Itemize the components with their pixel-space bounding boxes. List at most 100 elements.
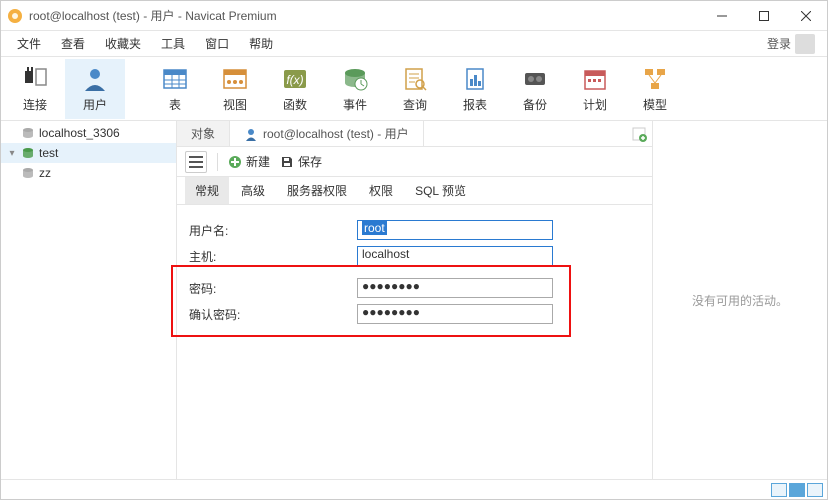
db-icon bbox=[21, 166, 35, 180]
confirm-password-input[interactable]: ●●●●●●●● bbox=[357, 304, 553, 324]
tb-table[interactable]: 表 bbox=[145, 59, 205, 119]
report-icon bbox=[461, 65, 489, 93]
save-icon bbox=[280, 155, 294, 169]
subtab-sql-preview[interactable]: SQL 预览 bbox=[405, 177, 476, 204]
maximize-button[interactable] bbox=[743, 2, 785, 30]
tb-label: 计划 bbox=[583, 96, 607, 113]
new-tab-button[interactable] bbox=[626, 121, 652, 146]
view-icon bbox=[221, 65, 249, 93]
tb-model[interactable]: 模型 bbox=[625, 59, 685, 119]
confirm-password-label: 确认密码: bbox=[187, 306, 357, 323]
no-activity-text: 没有可用的活动。 bbox=[692, 292, 788, 309]
password-label: 密码: bbox=[187, 280, 357, 297]
action-bar: 新建 保存 bbox=[177, 147, 652, 177]
subtab-server-priv[interactable]: 服务器权限 bbox=[277, 177, 357, 204]
user-icon bbox=[81, 65, 109, 93]
tb-backup[interactable]: 备份 bbox=[505, 59, 565, 119]
avatar-icon bbox=[795, 34, 815, 54]
tb-report[interactable]: 报表 bbox=[445, 59, 505, 119]
tb-connection[interactable]: 连接 bbox=[5, 59, 65, 119]
tb-schedule[interactable]: 计划 bbox=[565, 59, 625, 119]
plug-icon bbox=[21, 65, 49, 93]
backup-icon bbox=[521, 65, 549, 93]
tb-label: 事件 bbox=[343, 96, 367, 113]
new-label: 新建 bbox=[246, 153, 270, 170]
add-tab-icon bbox=[631, 126, 647, 142]
tb-label: 模型 bbox=[643, 96, 667, 113]
sidebar-item[interactable]: ▾ test bbox=[1, 143, 176, 163]
tb-user[interactable]: 用户 bbox=[65, 59, 125, 119]
username-input[interactable]: root bbox=[357, 220, 553, 240]
new-button[interactable]: 新建 bbox=[228, 153, 270, 170]
save-label: 保存 bbox=[298, 153, 322, 170]
connection-tree: localhost_3306 ▾ test zz bbox=[1, 121, 177, 479]
divider bbox=[217, 153, 218, 171]
model-icon bbox=[641, 65, 669, 93]
tb-label: 连接 bbox=[23, 96, 47, 113]
close-button[interactable] bbox=[785, 2, 827, 30]
tab-objects[interactable]: 对象 bbox=[177, 121, 230, 146]
status-bar bbox=[1, 479, 827, 499]
tb-label: 函数 bbox=[283, 96, 307, 113]
sub-tabs: 常规 高级 服务器权限 权限 SQL 预览 bbox=[177, 177, 652, 205]
sidebar-item-label: test bbox=[39, 146, 58, 160]
save-button[interactable]: 保存 bbox=[280, 153, 322, 170]
svg-text:f(x): f(x) bbox=[286, 73, 303, 87]
tb-label: 表 bbox=[169, 96, 181, 113]
host-input[interactable]: localhost bbox=[357, 246, 553, 266]
user-form: 用户名: root 主机: localhost 密码: ●●●●●●●● 确认密… bbox=[177, 205, 652, 479]
login-label: 登录 bbox=[767, 35, 791, 52]
host-value: localhost bbox=[362, 247, 409, 261]
tb-label: 视图 bbox=[223, 96, 247, 113]
menu-file[interactable]: 文件 bbox=[7, 31, 51, 56]
db-icon bbox=[21, 146, 35, 160]
tb-view[interactable]: 视图 bbox=[205, 59, 265, 119]
db-icon bbox=[21, 126, 35, 140]
password-value: ●●●●●●●● bbox=[362, 279, 420, 293]
menu-window[interactable]: 窗口 bbox=[195, 31, 239, 56]
tab-label: 对象 bbox=[191, 125, 215, 142]
sidebar-item[interactable]: localhost_3306 bbox=[1, 123, 176, 143]
event-icon bbox=[341, 65, 369, 93]
fx-icon: f(x) bbox=[281, 65, 309, 93]
view-mode-2[interactable] bbox=[789, 483, 805, 497]
user-icon bbox=[244, 127, 258, 141]
view-mode-3[interactable] bbox=[807, 483, 823, 497]
tb-label: 查询 bbox=[403, 96, 427, 113]
tb-query[interactable]: 查询 bbox=[385, 59, 445, 119]
toolbar: 连接 用户 表 视图 f(x) 函数 事件 查询 报表 bbox=[1, 57, 827, 121]
table-icon bbox=[161, 65, 189, 93]
sidebar-item[interactable]: zz bbox=[1, 163, 176, 183]
sidebar-item-label: localhost_3306 bbox=[39, 126, 120, 140]
username-label: 用户名: bbox=[187, 222, 357, 239]
minimize-button[interactable] bbox=[701, 2, 743, 30]
caret-down-icon: ▾ bbox=[7, 148, 17, 159]
password-input[interactable]: ●●●●●●●● bbox=[357, 278, 553, 298]
menu-favorites[interactable]: 收藏夹 bbox=[95, 31, 151, 56]
plus-icon bbox=[228, 155, 242, 169]
tb-label: 报表 bbox=[463, 96, 487, 113]
tb-function[interactable]: f(x) 函数 bbox=[265, 59, 325, 119]
menu-tools[interactable]: 工具 bbox=[151, 31, 195, 56]
tb-label: 备份 bbox=[523, 96, 547, 113]
subtab-general[interactable]: 常规 bbox=[185, 177, 229, 204]
menubar: 文件 查看 收藏夹 工具 窗口 帮助 登录 bbox=[1, 31, 827, 57]
sidebar-item-label: zz bbox=[39, 166, 51, 180]
schedule-icon bbox=[581, 65, 609, 93]
query-icon bbox=[401, 65, 429, 93]
tab-label: root@localhost (test) - 用户 bbox=[263, 125, 409, 142]
login-button[interactable]: 登录 bbox=[761, 30, 821, 58]
username-value: root bbox=[362, 221, 387, 235]
menu-help[interactable]: 帮助 bbox=[239, 31, 283, 56]
subtab-priv[interactable]: 权限 bbox=[359, 177, 403, 204]
confirm-password-value: ●●●●●●●● bbox=[362, 305, 420, 319]
app-icon bbox=[7, 8, 23, 24]
tb-event[interactable]: 事件 bbox=[325, 59, 385, 119]
tab-user-editor[interactable]: root@localhost (test) - 用户 bbox=[230, 121, 424, 146]
view-mode-1[interactable] bbox=[771, 483, 787, 497]
tb-label: 用户 bbox=[83, 96, 107, 113]
subtab-advanced[interactable]: 高级 bbox=[231, 177, 275, 204]
menu-view[interactable]: 查看 bbox=[51, 31, 95, 56]
editor-tabs: 对象 root@localhost (test) - 用户 bbox=[177, 121, 652, 147]
menu-toggle-button[interactable] bbox=[185, 151, 207, 173]
